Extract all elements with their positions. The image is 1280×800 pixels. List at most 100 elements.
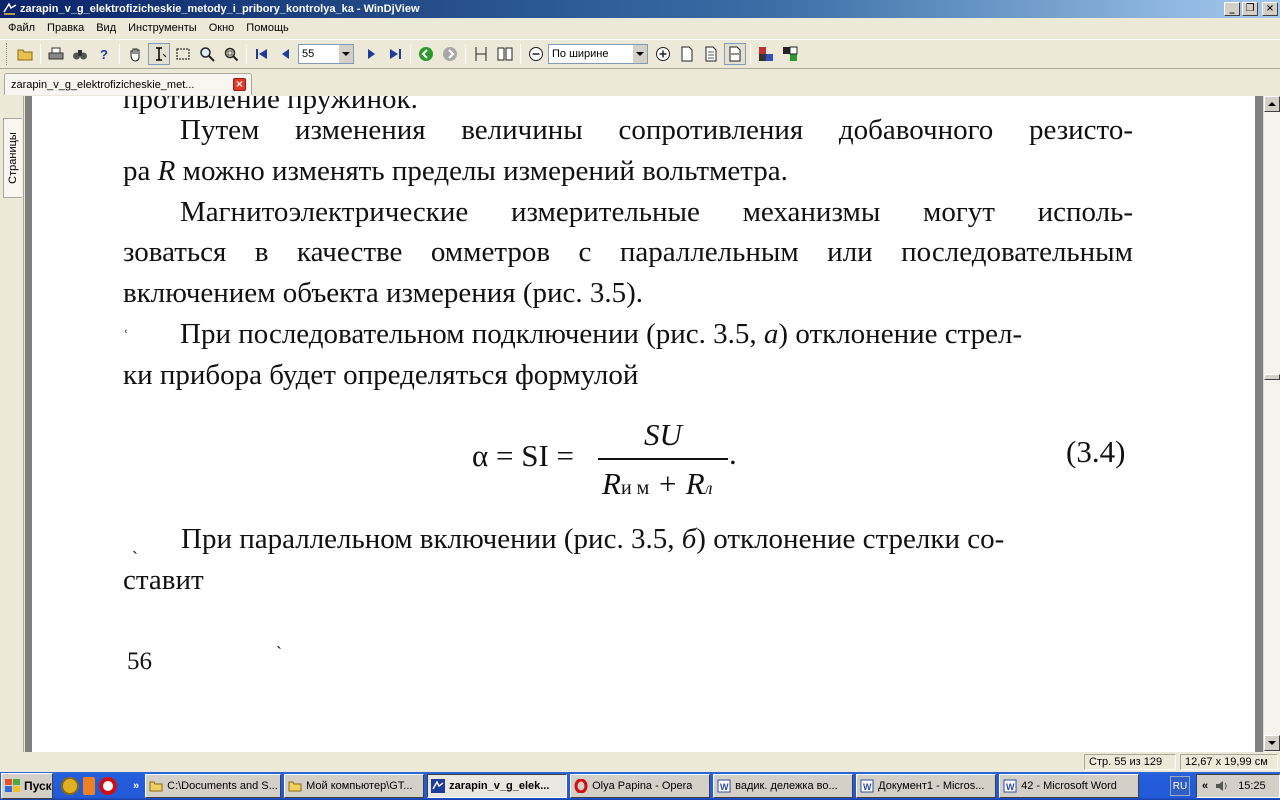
toolbar-separator xyxy=(119,44,120,64)
text-italic-segment: а xyxy=(763,318,779,350)
actual-size-button[interactable] xyxy=(676,43,698,65)
last-page-button[interactable] xyxy=(384,43,406,65)
zoom-in-icon xyxy=(656,47,670,61)
document-page: противление пружинок. Путем изменения ве… xyxy=(32,96,1255,752)
text-segment: ) отклонение стрелки со- xyxy=(696,523,1005,555)
print-button[interactable] xyxy=(45,43,67,65)
scroll-thumb[interactable] xyxy=(1264,374,1280,380)
formula-period: . xyxy=(729,436,737,471)
page-number-value[interactable]: 55 xyxy=(299,48,338,60)
find-button[interactable] xyxy=(69,43,91,65)
chevron-down-icon[interactable] xyxy=(632,45,647,63)
opera-icon[interactable] xyxy=(99,777,117,795)
facing-pages-button[interactable] xyxy=(494,43,516,65)
windjview-app-icon xyxy=(3,2,17,15)
toolbar-grip xyxy=(6,43,9,65)
minimize-button[interactable]: _ xyxy=(1224,2,1240,16)
start-button[interactable]: Пуск xyxy=(1,773,53,799)
continuous-layout-button[interactable] xyxy=(470,43,492,65)
chevron-down-icon[interactable] xyxy=(338,45,353,63)
text-line: Путем изменения величины сопротивления д… xyxy=(180,114,1133,146)
previous-page-icon xyxy=(282,49,289,59)
close-button[interactable]: × xyxy=(1262,2,1278,16)
rect-select-button[interactable] xyxy=(172,43,194,65)
next-page-button[interactable] xyxy=(360,43,382,65)
previous-page-button[interactable] xyxy=(275,43,297,65)
menu-tools[interactable]: Инструменты xyxy=(122,22,203,34)
fit-width-button[interactable] xyxy=(724,43,746,65)
pages-panel-tab[interactable]: Страницы xyxy=(3,118,22,198)
zoom-in-button[interactable] xyxy=(652,43,674,65)
language-indicator[interactable]: RU xyxy=(1170,776,1190,796)
zoom-combo[interactable]: По ширине xyxy=(548,44,648,64)
vertical-scrollbar[interactable] xyxy=(1263,96,1280,752)
magnifier-icon xyxy=(200,47,215,62)
text-segment: При последовательном подключении (рис. 3… xyxy=(180,318,764,350)
close-tab-icon[interactable]: × xyxy=(233,78,246,91)
menu-view[interactable]: Вид xyxy=(90,22,122,34)
formula-lhs: α = SI = xyxy=(472,438,575,473)
zoom-rect-button[interactable] xyxy=(220,43,242,65)
zoom-rectangle-icon xyxy=(224,47,239,62)
select-tool-button[interactable] xyxy=(148,43,170,65)
page-number: 56 xyxy=(127,648,152,675)
menu-file[interactable]: Файл xyxy=(2,22,41,34)
quick-launch-app-icon[interactable] xyxy=(61,777,79,795)
task-label: zarapin_v_g_elek... xyxy=(449,780,550,792)
text-cursor-icon xyxy=(156,47,167,61)
page-number-combo[interactable]: 55 xyxy=(298,44,354,64)
restore-button[interactable]: ❐ xyxy=(1242,2,1258,16)
back-button[interactable] xyxy=(415,43,437,65)
first-page-button[interactable] xyxy=(251,43,273,65)
toolbar-separator xyxy=(410,44,411,64)
quick-launch-more[interactable]: » xyxy=(133,780,139,792)
text-segment: можно изменять пределы измерений вольтме… xyxy=(175,155,788,187)
task-button-word-doc-3[interactable]: W 42 - Microsoft Word xyxy=(999,774,1140,798)
last-page-icon xyxy=(390,49,401,59)
scroll-up-button[interactable] xyxy=(1264,96,1280,112)
fit-page-icon xyxy=(705,46,717,62)
task-button-windjview[interactable]: zarapin_v_g_elek... xyxy=(427,774,568,798)
task-button-word-doc-2[interactable]: W Документ1 - Micros... xyxy=(856,774,997,798)
task-label: Мой компьютер\GT... xyxy=(306,780,413,792)
fit-page-button[interactable] xyxy=(700,43,722,65)
text-segment: При параллельном включении (рис. 3.5, xyxy=(181,523,682,555)
clock[interactable]: 15:25 xyxy=(1238,780,1266,792)
equation-number: (3.4) xyxy=(1066,434,1126,469)
formula-den-sub2: л xyxy=(704,478,713,498)
document-viewport[interactable]: противление пружинок. Путем изменения ве… xyxy=(25,96,1263,752)
toolbar-separator xyxy=(750,44,751,64)
quick-launch: » xyxy=(61,777,145,795)
menu-window[interactable]: Окно xyxy=(203,22,241,34)
tray-expand-button[interactable]: « xyxy=(1202,780,1208,792)
open-button[interactable] xyxy=(14,43,36,65)
hand-tool-button[interactable] xyxy=(124,43,146,65)
volume-icon[interactable] xyxy=(1214,778,1230,794)
document-tab-bar: zarapin_v_g_elektrofizicheskie_met... × xyxy=(0,70,1280,96)
scroll-down-button[interactable] xyxy=(1264,735,1280,751)
fit-width-icon xyxy=(729,46,741,62)
word-document-icon: W xyxy=(1003,779,1017,793)
forward-button[interactable] xyxy=(439,43,461,65)
formula-den-r1: R xyxy=(602,466,621,501)
forward-circle-icon xyxy=(443,47,457,61)
display-mode-color-button[interactable] xyxy=(755,43,777,65)
quick-launch-tool-icon[interactable] xyxy=(83,777,95,795)
document-tab[interactable]: zarapin_v_g_elektrofizicheskie_met... × xyxy=(4,73,252,95)
task-button-opera[interactable]: Olya Papina - Opera xyxy=(570,774,711,798)
zoom-out-button[interactable] xyxy=(525,43,547,65)
task-button-explorer-docs[interactable]: C:\Documents and S... xyxy=(145,774,282,798)
task-button-my-computer[interactable]: Мой компьютер\GT... xyxy=(284,774,425,798)
task-button-word-doc-1[interactable]: W вадик. дележка во... xyxy=(713,774,854,798)
back-circle-icon xyxy=(419,47,433,61)
help-button[interactable]: ? xyxy=(93,43,115,65)
menu-edit[interactable]: Правка xyxy=(41,22,90,34)
zoom-value[interactable]: По ширине xyxy=(549,48,632,60)
black-white-mode-icon xyxy=(783,46,798,61)
zoom-tool-button[interactable] xyxy=(196,43,218,65)
menu-help[interactable]: Помощь xyxy=(240,22,295,34)
next-page-icon xyxy=(368,49,375,59)
display-mode-bw-button[interactable] xyxy=(779,43,801,65)
scan-speck: ˓ xyxy=(123,318,129,338)
task-label: C:\Documents and S... xyxy=(167,780,278,792)
